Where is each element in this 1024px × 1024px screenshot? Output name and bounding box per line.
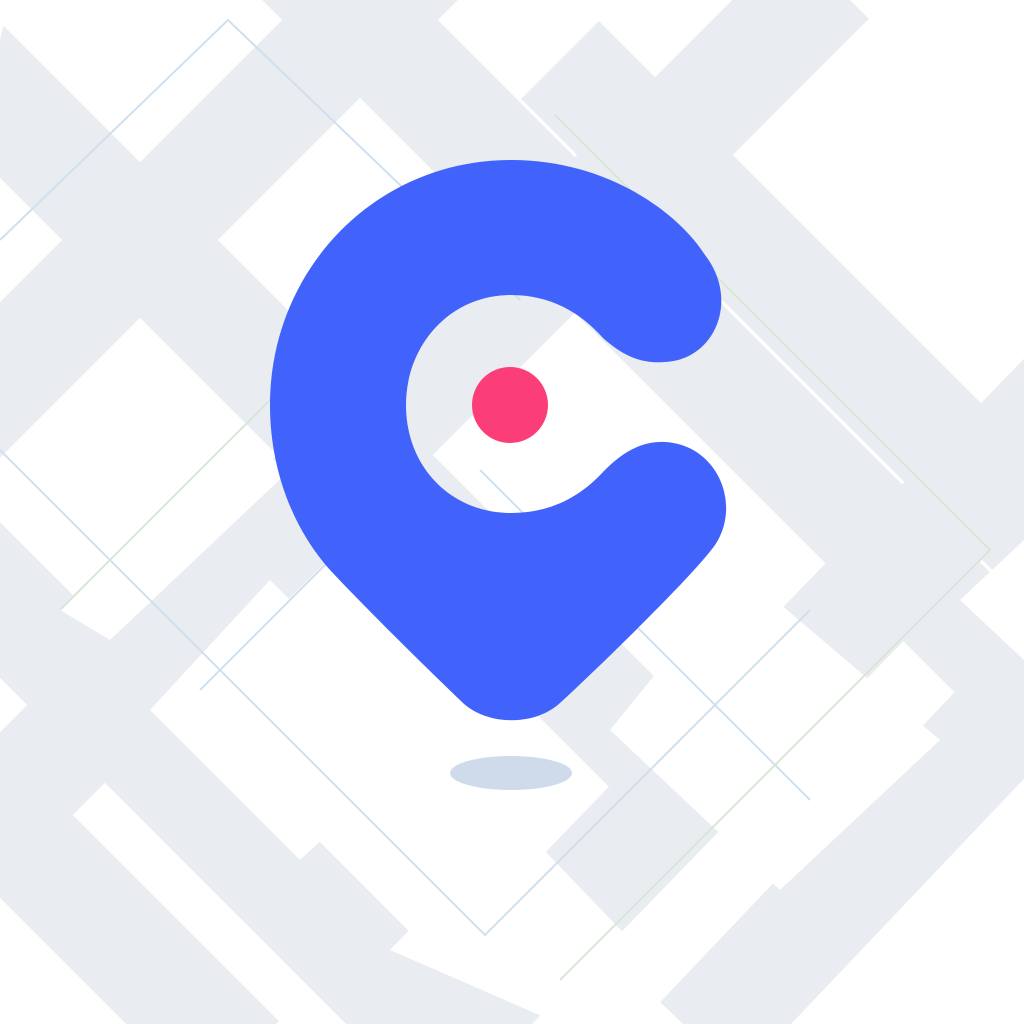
- location-dot-icon: [472, 367, 548, 443]
- app-icon-artwork: [0, 0, 1024, 1024]
- map-background: [0, 0, 1024, 1024]
- pin-shadow: [450, 756, 572, 790]
- app-icon[interactable]: [0, 0, 1024, 1024]
